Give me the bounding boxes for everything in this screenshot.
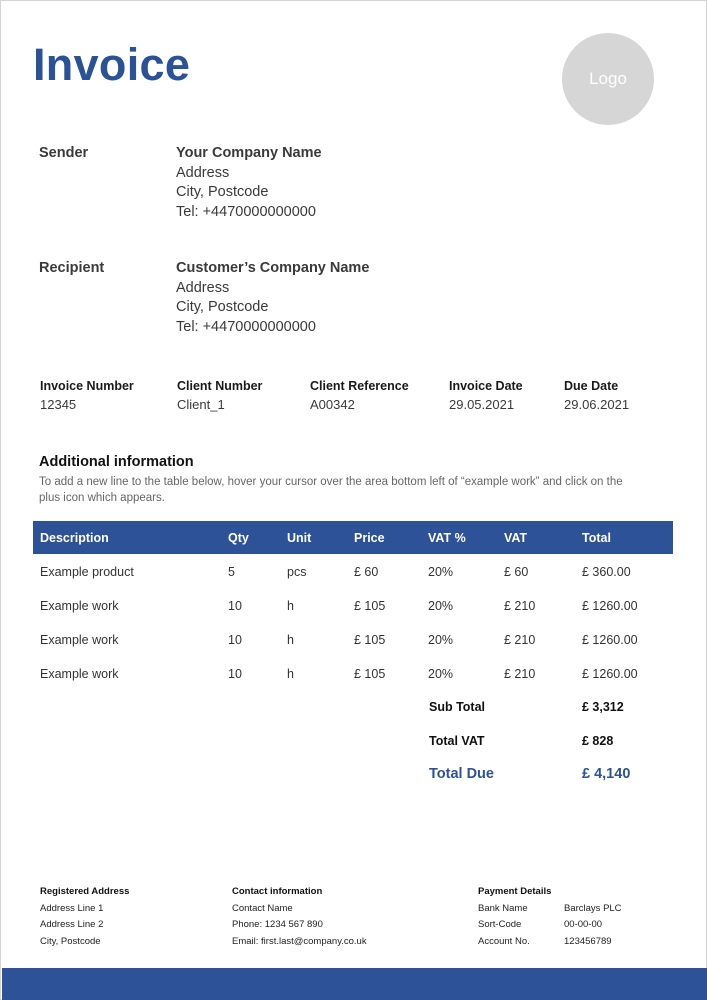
additional-info-title: Additional information [39, 454, 194, 470]
payment-details-title: Payment Details [478, 886, 552, 897]
bank-name-value: Barclays PLC [564, 903, 622, 914]
cell-vat[interactable]: £ 60 [504, 565, 528, 579]
logo-placeholder[interactable]: Logo [562, 33, 654, 125]
recipient-city: City, Postcode [176, 299, 269, 315]
cell-qty[interactable]: 10 [228, 667, 242, 681]
registered-address-line: Address Line 2 [40, 919, 104, 930]
footer-accent-bar [2, 968, 707, 1000]
sender-city: City, Postcode [176, 184, 269, 200]
bank-name-label: Bank Name [478, 903, 528, 914]
cell-qty[interactable]: 10 [228, 633, 242, 647]
cell-vat-percent[interactable]: 20% [428, 565, 453, 579]
cell-price[interactable]: £ 105 [354, 633, 385, 647]
sort-code-label: Sort-Code [478, 919, 522, 930]
invoice-date-value: 29.05.2021 [449, 397, 515, 412]
contact-email[interactable]: Email: first.last@company.co.uk [232, 936, 367, 947]
account-number-label: Account No. [478, 936, 530, 947]
invoice-number-value: 12345 [40, 397, 77, 412]
recipient-label: Recipient [39, 260, 105, 276]
cell-vat[interactable]: £ 210 [504, 633, 535, 647]
cell-vat[interactable]: £ 210 [504, 599, 535, 613]
subtotal-label: Sub Total [429, 700, 486, 714]
cell-total: £ 1260.00 [582, 599, 638, 613]
cell-unit[interactable]: h [287, 633, 294, 647]
cell-vat-percent[interactable]: 20% [428, 633, 453, 647]
total-due-label: Total Due [429, 766, 494, 782]
registered-address-line: Address Line 1 [40, 903, 104, 914]
cell-description[interactable]: Example work [40, 599, 119, 613]
cell-total: £ 360.00 [582, 565, 631, 579]
invoice-number-label: Invoice Number [40, 379, 134, 393]
sender-label: Sender [39, 145, 89, 161]
invoice-page: Invoice Logo Sender Your Company Name Ad… [0, 0, 707, 1000]
account-number-value: 123456789 [564, 936, 612, 947]
invoice-title: Invoice [33, 39, 191, 90]
cell-price[interactable]: £ 105 [354, 599, 385, 613]
sender-tel: Tel: +4470000000000 [176, 203, 316, 220]
column-header-description: Description [40, 531, 109, 545]
contact-phone: Phone: 1234 567 890 [232, 919, 323, 930]
contact-name: Contact Name [232, 903, 293, 914]
sort-code-value: 00-00-00 [564, 919, 603, 930]
column-header-vat: VAT [504, 531, 528, 545]
recipient-block: Customer’s Company Name Address City, Po… [176, 259, 369, 337]
total-vat-value: £ 828 [582, 734, 614, 748]
sender-company: Your Company Name [176, 145, 322, 161]
recipient-company: Customer’s Company Name [176, 260, 370, 276]
column-header-unit: Unit [287, 531, 312, 545]
column-header-qty: Qty [228, 531, 249, 545]
total-due-value: £ 4,140 [582, 766, 631, 782]
invoice-date-label: Invoice Date [449, 379, 523, 393]
cell-unit[interactable]: pcs [287, 565, 306, 579]
client-reference-value: A00342 [310, 397, 355, 412]
recipient-tel: Tel: +4470000000000 [176, 318, 316, 335]
recipient-address: Address [176, 279, 230, 296]
sender-address: Address [176, 164, 230, 181]
registered-address-line: City, Postcode [40, 936, 101, 947]
cell-description[interactable]: Example work [40, 667, 119, 681]
contact-info-title: Contact information [232, 886, 323, 897]
total-vat-label: Total VAT [429, 734, 485, 748]
cell-qty[interactable]: 10 [228, 599, 242, 613]
cell-description[interactable]: Example product [40, 565, 134, 579]
subtotal-value: £ 3,312 [582, 700, 624, 714]
cell-vat[interactable]: £ 210 [504, 667, 535, 681]
due-date-value: 29.06.2021 [564, 397, 630, 412]
logo-label: Logo [589, 69, 627, 88]
column-header-vat-percent: VAT % [428, 531, 466, 545]
cell-price[interactable]: £ 60 [354, 565, 378, 579]
cell-description[interactable]: Example work [40, 633, 119, 647]
cell-price[interactable]: £ 105 [354, 667, 385, 681]
table-header [33, 521, 673, 554]
column-header-total: Total [582, 531, 611, 545]
cell-qty[interactable]: 5 [228, 565, 235, 579]
due-date-label: Due Date [564, 379, 619, 393]
client-number-value: Client_1 [177, 397, 225, 412]
cell-unit[interactable]: h [287, 599, 294, 613]
cell-vat-percent[interactable]: 20% [428, 667, 453, 681]
cell-vat-percent[interactable]: 20% [428, 599, 453, 613]
client-number-label: Client Number [177, 379, 263, 393]
registered-address-title: Registered Address [40, 886, 130, 897]
cell-unit[interactable]: h [287, 667, 294, 681]
cell-total: £ 1260.00 [582, 667, 638, 681]
additional-info-text: To add a new line to the table below, ho… [39, 476, 623, 504]
column-header-price: Price [354, 531, 385, 545]
cell-total: £ 1260.00 [582, 633, 638, 647]
sender-block: Your Company Name Address City, Postcode… [176, 144, 322, 222]
client-reference-label: Client Reference [310, 379, 409, 393]
